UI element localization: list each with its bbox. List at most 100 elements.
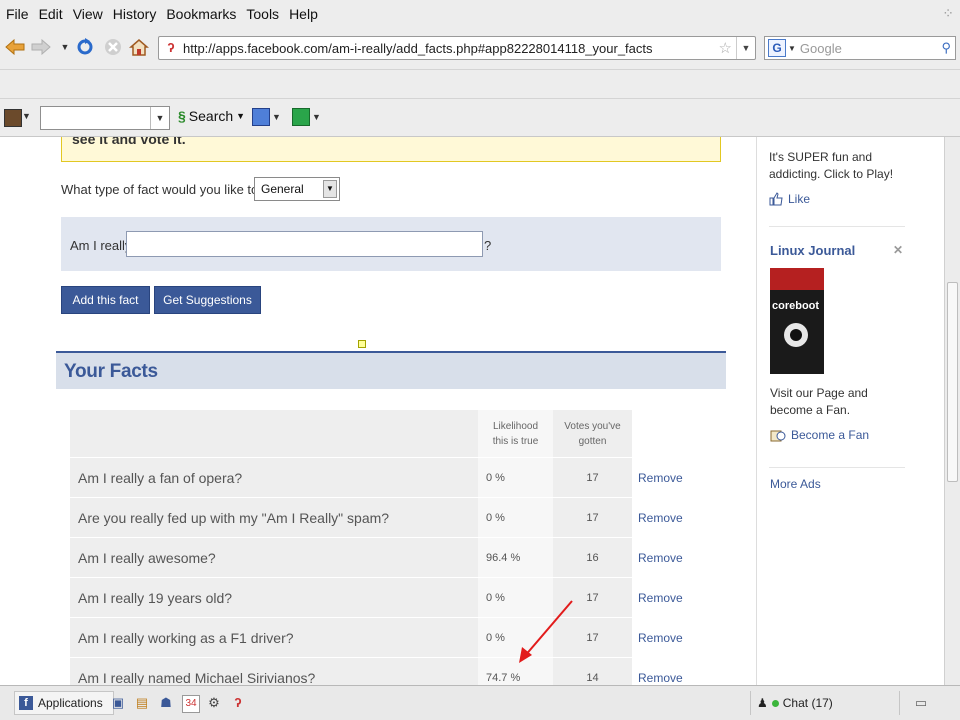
friends-icon[interactable]: ☗ bbox=[158, 695, 174, 711]
reload-button[interactable] bbox=[74, 36, 96, 58]
table-row: Am I really awesome? 96.4 % 16 Remove bbox=[70, 537, 713, 578]
fact-type-select[interactable]: General ▼ bbox=[254, 177, 340, 201]
fact-text: Am I really 19 years old? bbox=[70, 577, 478, 618]
forward-button[interactable] bbox=[30, 36, 52, 58]
chevron-down-icon[interactable]: ▼ bbox=[272, 112, 281, 122]
magnifier-search-icon[interactable]: ⚲ bbox=[941, 40, 951, 56]
fact-type-value: General bbox=[261, 182, 304, 196]
notice-text: see it and vote it. bbox=[72, 137, 186, 147]
question-mark: ? bbox=[484, 238, 492, 253]
votes-value: 16 bbox=[553, 537, 632, 578]
table-row: Am I really a fan of opera? 0 % 17 Remov… bbox=[70, 457, 713, 498]
monitor-icon[interactable] bbox=[252, 108, 270, 126]
remove-link[interactable]: Remove bbox=[632, 657, 713, 685]
menu-tools[interactable]: Tools bbox=[246, 6, 279, 22]
become-a-fan-link[interactable]: Become a Fan bbox=[770, 427, 869, 443]
ad1-like-link[interactable]: Like bbox=[769, 192, 810, 206]
toolbar-logo-icon[interactable] bbox=[4, 109, 22, 127]
scrollbar-thumb[interactable] bbox=[947, 282, 958, 482]
add-fact-form: Am I really ? bbox=[61, 217, 721, 271]
chat-button[interactable]: ♟ Chat (17) bbox=[750, 691, 900, 715]
votes-column-header: Votes you've gotten bbox=[553, 410, 632, 458]
stop-button[interactable] bbox=[102, 36, 124, 58]
ads-column: It's SUPER fun and addicting. Click to P… bbox=[756, 137, 944, 685]
ad2-text[interactable]: Visit our Page and become a Fan. bbox=[770, 385, 910, 419]
bookmark-star-icon[interactable]: ☆ bbox=[719, 39, 732, 57]
bookmarks-toolbar bbox=[0, 70, 960, 99]
toolbar-search-combo[interactable]: ▼ bbox=[40, 106, 170, 130]
fact-text: Are you really fed up with my "Am I Real… bbox=[70, 497, 478, 538]
menu-help[interactable]: Help bbox=[289, 6, 318, 22]
reload-icon bbox=[77, 38, 93, 55]
web-search-bar[interactable]: G ▼ Google ⚲ bbox=[764, 36, 956, 60]
remove-link[interactable]: Remove bbox=[632, 537, 713, 578]
facts-table: Likelihood this is true Votes you've got… bbox=[70, 410, 713, 685]
menu-bookmarks[interactable]: Bookmarks bbox=[166, 6, 236, 22]
am-i-really-app-icon[interactable]: ʔ bbox=[230, 695, 246, 711]
like-label[interactable]: Like bbox=[788, 192, 810, 206]
become-a-fan-label[interactable]: Become a Fan bbox=[791, 428, 869, 442]
engine-dropdown-icon[interactable]: ▼ bbox=[788, 44, 796, 53]
fact-column-header bbox=[70, 410, 478, 458]
select-dropdown-icon[interactable]: ▼ bbox=[323, 180, 337, 198]
table-header-row: Likelihood this is true Votes you've got… bbox=[70, 410, 713, 458]
table-row: Am I really working as a F1 driver? 0 % … bbox=[70, 617, 713, 658]
fact-input[interactable] bbox=[126, 231, 483, 257]
remove-link[interactable]: Remove bbox=[632, 457, 713, 498]
home-button[interactable] bbox=[128, 36, 150, 58]
your-facts-title: Your Facts bbox=[64, 361, 158, 382]
cover-graphic-center bbox=[790, 329, 802, 341]
likelihood-column-header: Likelihood this is true bbox=[478, 410, 553, 458]
toolbar-search-button[interactable]: § Search ▼ bbox=[178, 108, 245, 124]
url-text[interactable]: http://apps.facebook.com/am-i-really/add… bbox=[183, 41, 719, 56]
get-suggestions-button[interactable]: Get Suggestions bbox=[154, 286, 261, 314]
toolbar-search-icon: § bbox=[178, 108, 186, 124]
table-row: Are you really fed up with my "Am I Real… bbox=[70, 497, 713, 538]
menu-file[interactable]: File bbox=[6, 6, 29, 22]
remove-link[interactable]: Remove bbox=[632, 577, 713, 618]
applications-label: Applications bbox=[38, 696, 103, 710]
thumbs-up-icon bbox=[769, 192, 783, 206]
app-shortcut-icon[interactable]: ▣ bbox=[110, 695, 126, 711]
chevron-down-icon[interactable]: ▼ bbox=[22, 111, 31, 121]
remove-link[interactable]: Remove bbox=[632, 617, 713, 658]
action-column-header bbox=[632, 410, 713, 458]
url-bar[interactable]: ʔ http://apps.facebook.com/am-i-really/a… bbox=[158, 36, 756, 60]
search-placeholder[interactable]: Google bbox=[800, 41, 942, 56]
menu-history[interactable]: History bbox=[113, 6, 157, 22]
page-content: see it and vote it. What type of fact wo… bbox=[0, 137, 944, 685]
fact-text: Am I really named Michael Sirivianos? bbox=[70, 657, 478, 685]
more-ads-link[interactable]: More Ads bbox=[770, 477, 821, 491]
applications-button[interactable]: f Applications bbox=[14, 691, 114, 715]
ad1-text[interactable]: It's SUPER fun and addicting. Click to P… bbox=[769, 149, 909, 183]
cover-headline: coreboot bbox=[772, 300, 820, 312]
drag-handle[interactable] bbox=[358, 340, 366, 348]
chevron-down-icon[interactable]: ▼ bbox=[312, 112, 321, 122]
linux-journal-cover-image[interactable]: coreboot bbox=[770, 268, 824, 374]
remove-link[interactable]: Remove bbox=[632, 497, 713, 538]
notice-banner: see it and vote it. bbox=[61, 137, 721, 162]
history-dropdown-button[interactable]: ▼ bbox=[54, 36, 76, 58]
close-ad-icon[interactable]: ✕ bbox=[893, 243, 903, 257]
menu-view[interactable]: View bbox=[73, 6, 103, 22]
linux-journal-ad-title[interactable]: Linux Journal bbox=[770, 243, 855, 258]
vertical-scrollbar[interactable] bbox=[944, 137, 960, 685]
green-monitor-icon[interactable] bbox=[292, 108, 310, 126]
likelihood-value: 0 % bbox=[478, 457, 553, 498]
video-icon[interactable]: ⚙ bbox=[206, 695, 222, 711]
events-calendar-icon[interactable]: 34 bbox=[182, 695, 200, 713]
google-engine-icon[interactable]: G bbox=[768, 39, 786, 57]
divider bbox=[769, 226, 905, 227]
am-i-really-label: Am I really bbox=[70, 238, 132, 253]
chat-person-icon: ♟ bbox=[757, 696, 768, 710]
combo-dropdown-icon[interactable]: ▼ bbox=[150, 107, 169, 129]
home-icon bbox=[129, 39, 149, 56]
likelihood-value: 0 % bbox=[478, 497, 553, 538]
back-button[interactable] bbox=[4, 36, 26, 58]
notifications-icon[interactable]: ▭ bbox=[913, 695, 929, 711]
url-dropdown-button[interactable]: ▼ bbox=[736, 37, 755, 59]
add-fact-button[interactable]: Add this fact bbox=[61, 286, 150, 314]
notes-icon[interactable]: ▤ bbox=[134, 695, 150, 711]
menu-edit[interactable]: Edit bbox=[39, 6, 63, 22]
chat-label: Chat (17) bbox=[782, 696, 833, 710]
